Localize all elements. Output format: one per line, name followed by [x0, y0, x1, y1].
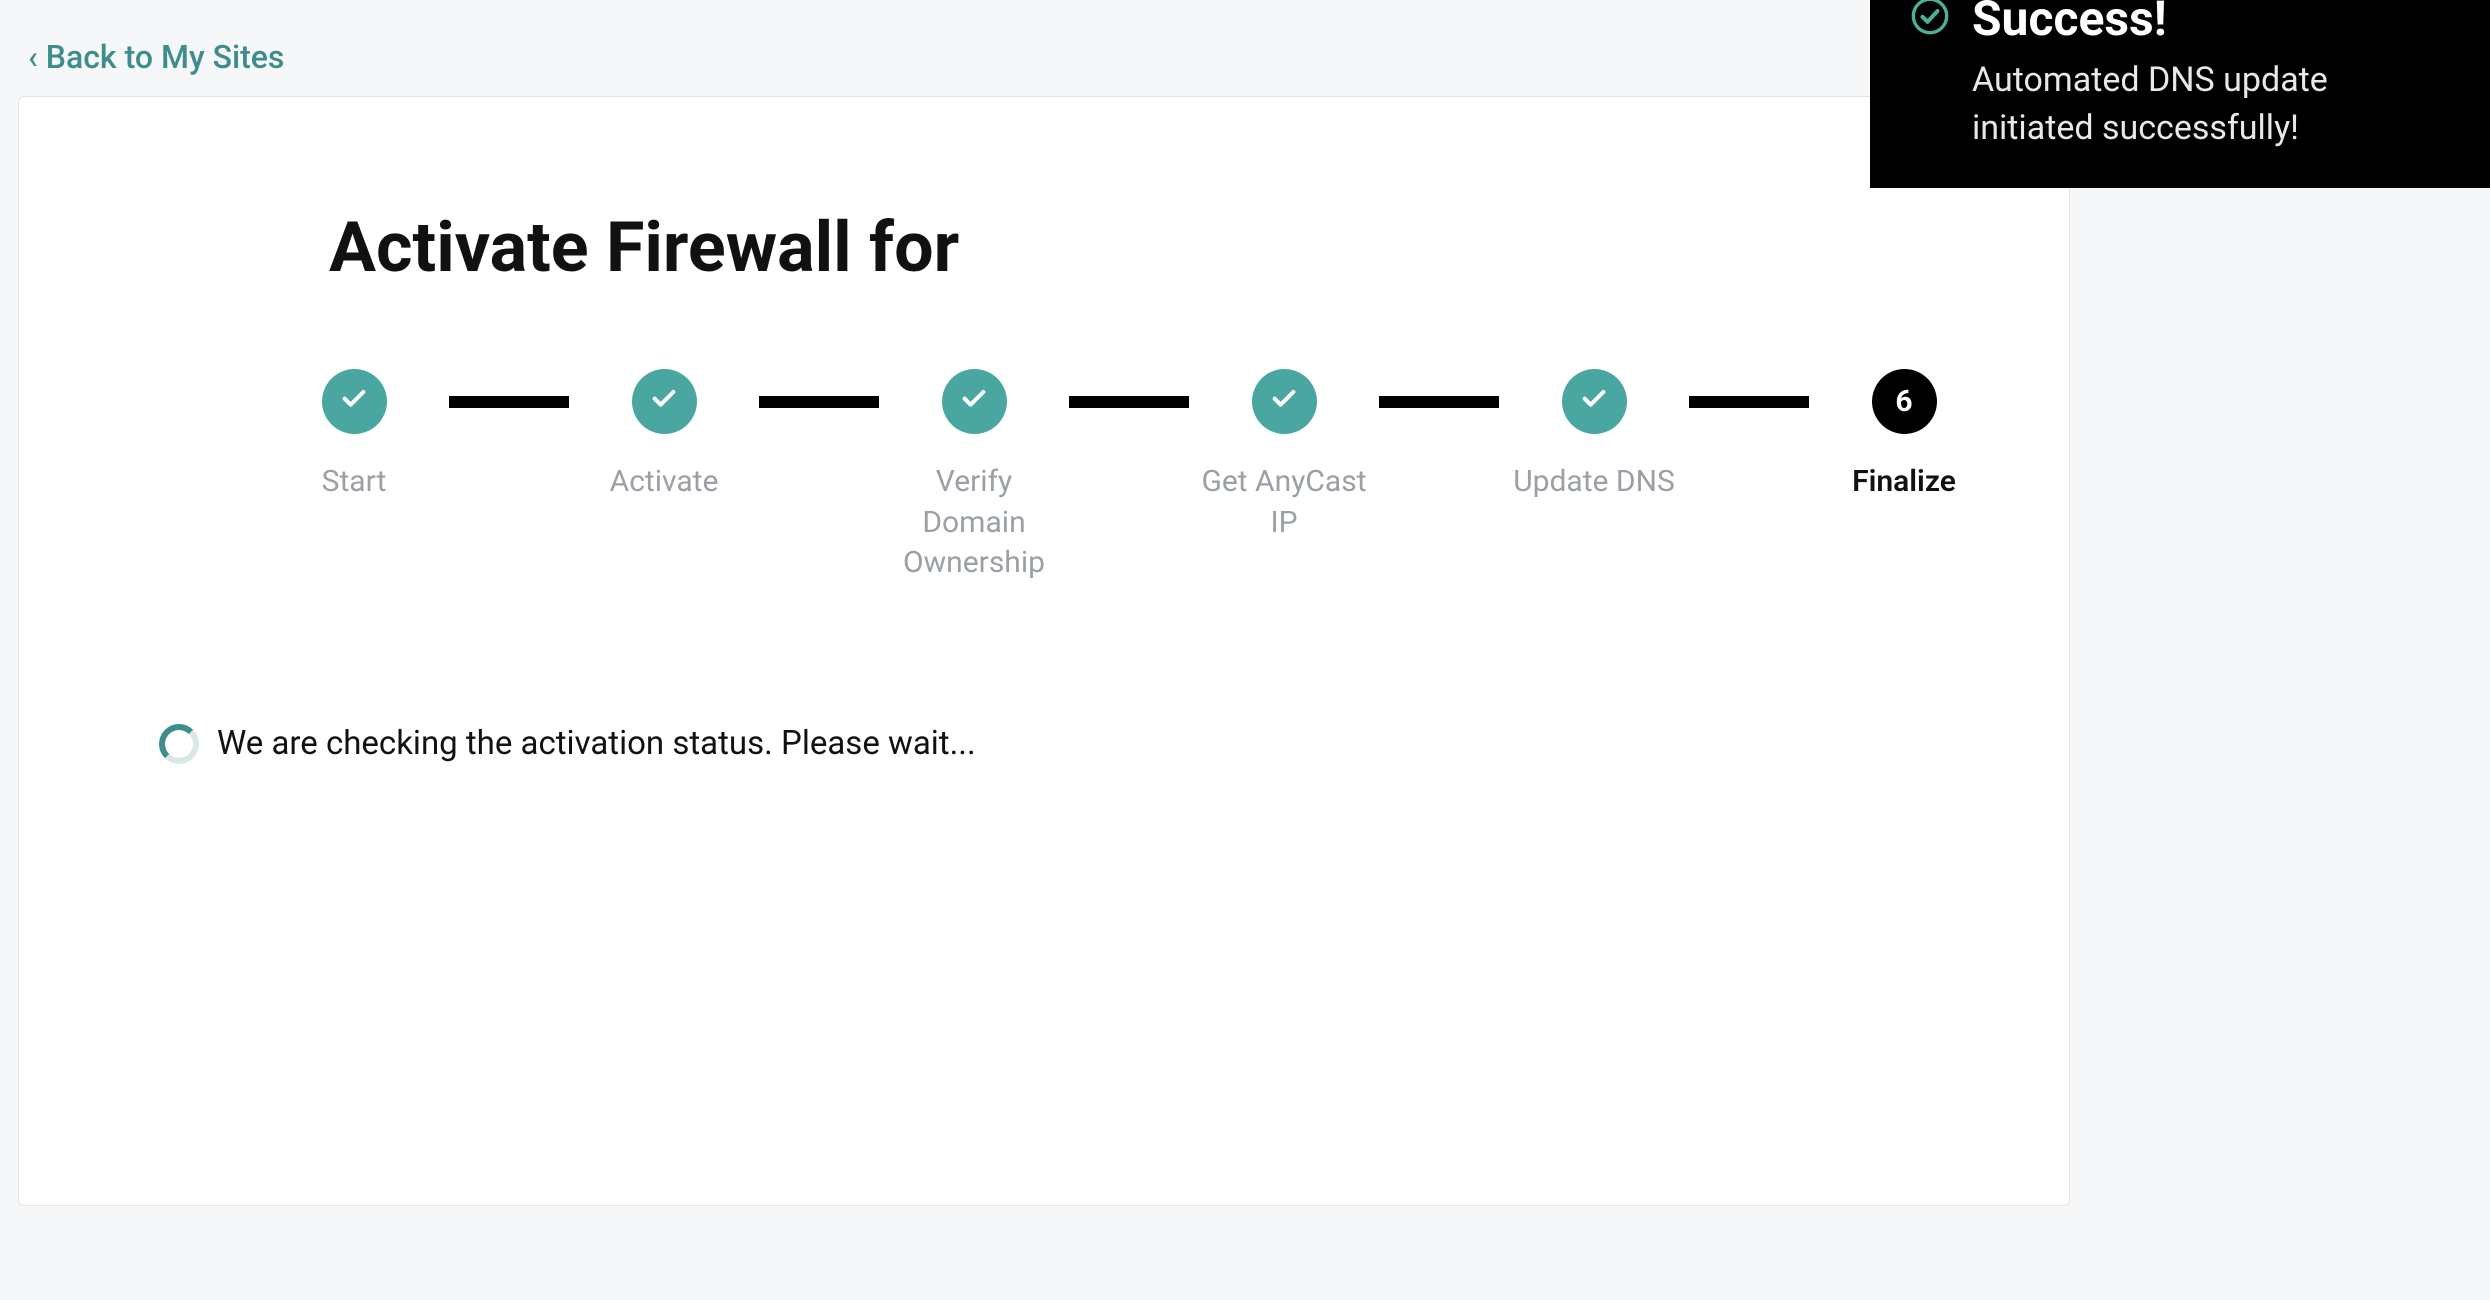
- stepper-connector: [449, 396, 569, 408]
- step-get-anycast: Get AnyCast IP: [1199, 369, 1369, 543]
- stepper-connector: [759, 396, 879, 408]
- step-activate-label: Activate: [610, 462, 719, 503]
- step-start-label: Start: [322, 462, 387, 503]
- activation-status-text: We are checking the activation status. P…: [217, 724, 976, 763]
- check-icon: [958, 382, 990, 422]
- spinner-icon: [159, 724, 199, 764]
- activation-status-row: We are checking the activation status. P…: [159, 724, 1929, 764]
- step-verify-domain-circle: [942, 369, 1007, 434]
- step-update-dns-label: Update DNS: [1513, 462, 1675, 503]
- page-title: Activate Firewall for: [329, 207, 1929, 289]
- stepper-connector: [1069, 396, 1189, 408]
- toast-body: Success! Automated DNS update initiated …: [1972, 0, 2456, 152]
- check-icon: [648, 382, 680, 422]
- toast-message: Automated DNS update initiated successfu…: [1972, 57, 2456, 152]
- step-start: Start: [269, 369, 439, 503]
- step-verify-domain: Verify Domain Ownership: [889, 369, 1059, 584]
- check-icon: [338, 382, 370, 422]
- stepper: Start Activate Verify Domain Ownership: [269, 369, 1819, 584]
- step-activate: Activate: [579, 369, 749, 503]
- firewall-activate-card: Activate Firewall for Start Activate: [18, 96, 2070, 1206]
- success-toast: Success! Automated DNS update initiated …: [1870, 0, 2490, 188]
- stepper-connector: [1379, 396, 1499, 408]
- step-finalize-label: Finalize: [1852, 462, 1956, 503]
- stepper-connector: [1689, 396, 1809, 408]
- step-activate-circle: [632, 369, 697, 434]
- step-verify-domain-label: Verify Domain Ownership: [889, 462, 1059, 584]
- step-finalize-circle: 6: [1872, 369, 1937, 434]
- check-icon: [1268, 382, 1300, 422]
- step-update-dns-circle: [1562, 369, 1627, 434]
- toast-title: Success!: [1972, 0, 2456, 47]
- step-finalize-number: 6: [1895, 384, 1912, 419]
- check-icon: [1578, 382, 1610, 422]
- step-update-dns: Update DNS: [1509, 369, 1679, 503]
- step-finalize: 6 Finalize: [1819, 369, 1989, 503]
- step-get-anycast-circle: [1252, 369, 1317, 434]
- step-get-anycast-label: Get AnyCast IP: [1199, 462, 1369, 543]
- step-start-circle: [322, 369, 387, 434]
- success-check-icon: [1910, 0, 1950, 40]
- back-to-sites-link[interactable]: ‹ Back to My Sites: [28, 38, 284, 76]
